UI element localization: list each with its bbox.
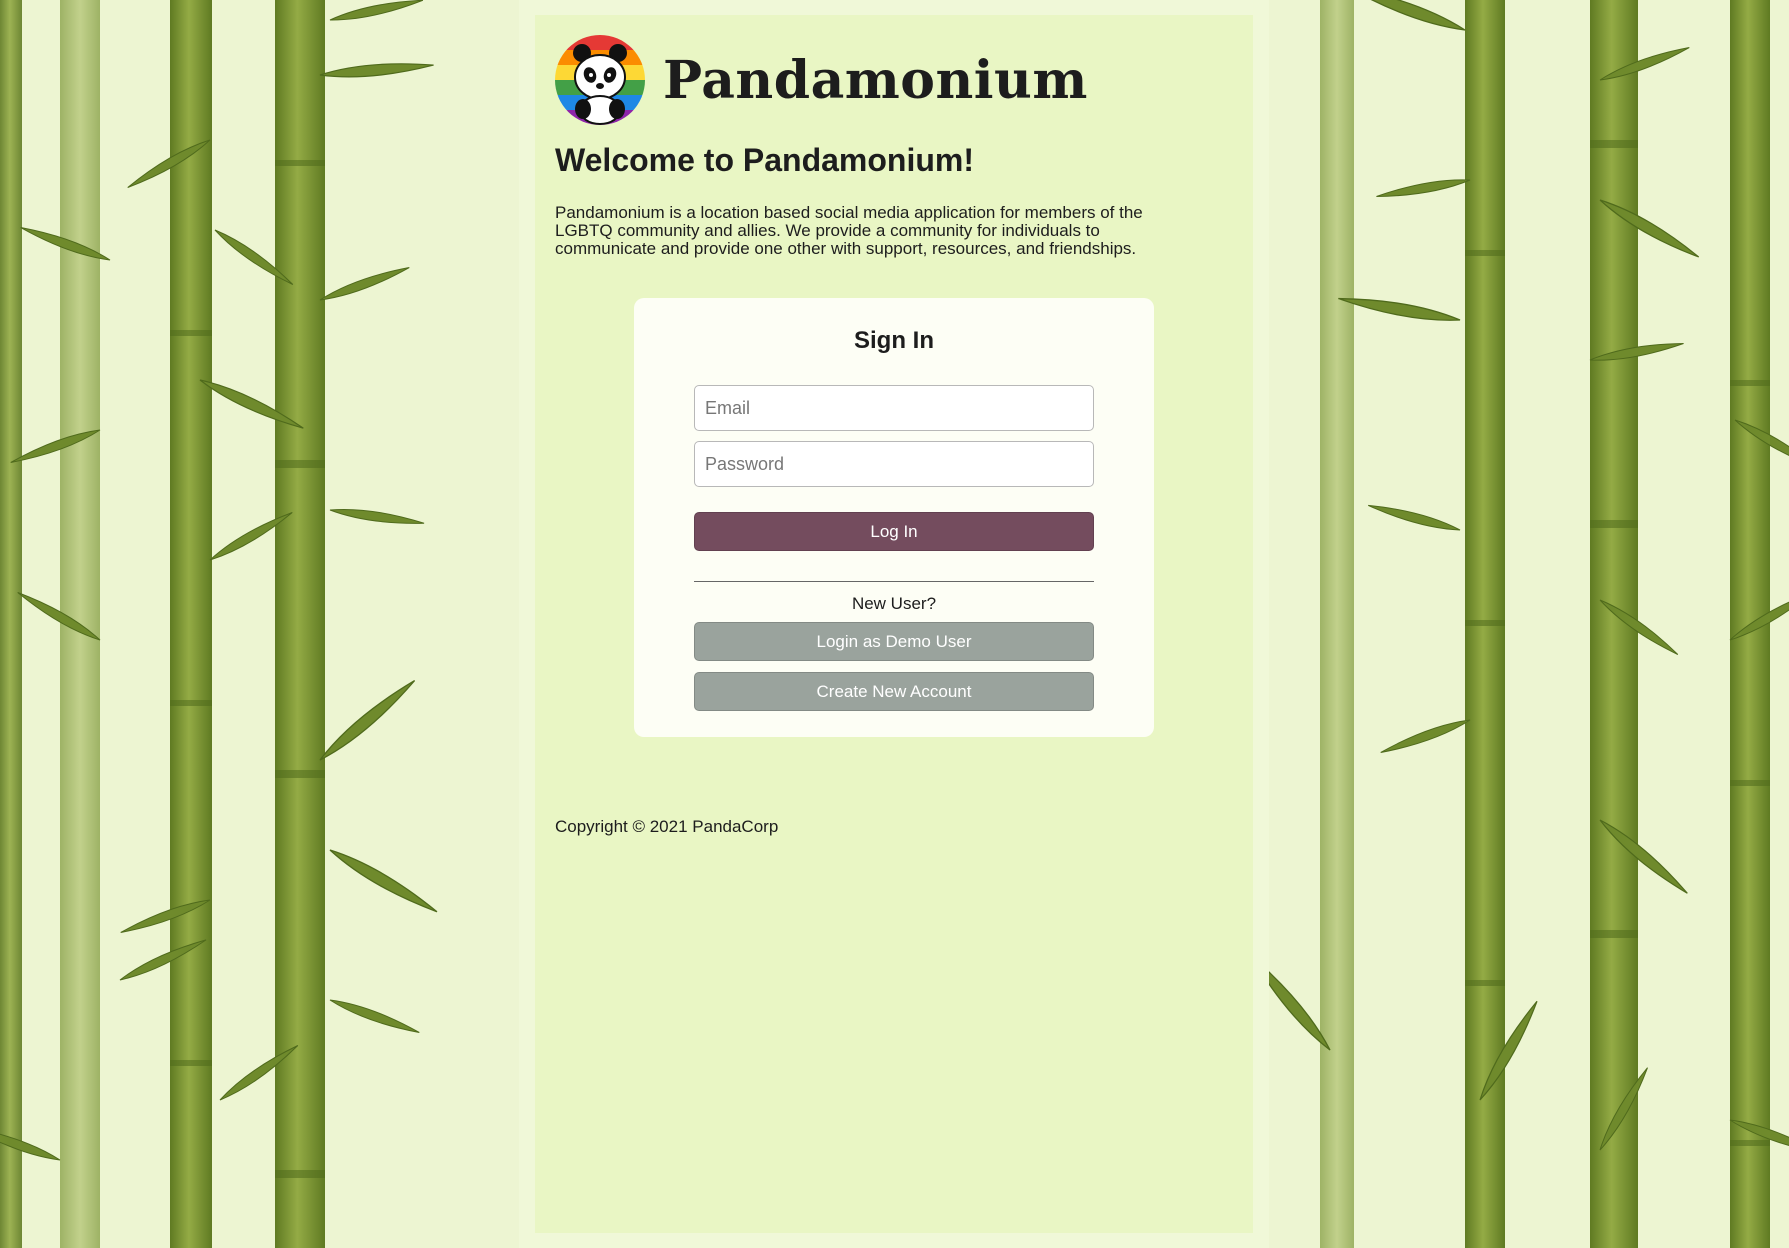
create-account-button[interactable]: Create New Account (694, 672, 1094, 711)
divider (694, 581, 1094, 582)
bamboo-stalk (0, 0, 22, 1248)
signin-title: Sign In (854, 327, 934, 354)
copyright-text: Copyright © 2021 PandaCorp (555, 817, 779, 836)
new-user-label: New User? (851, 594, 937, 613)
email-input[interactable] (694, 385, 1094, 431)
demo-login-button[interactable]: Login as Demo User (694, 622, 1094, 661)
login-button[interactable]: Log In (694, 512, 1094, 551)
bamboo-stalk (275, 0, 325, 1248)
welcome-heading: Welcome to Pandamonium! (555, 142, 975, 178)
intro-paragraph: Pandamonium is a location based social m… (555, 203, 1143, 258)
rainbow-panda-logo-icon[interactable] (555, 35, 645, 125)
signin-card: Sign In Log In New User? Login as Demo U… (634, 298, 1154, 737)
brand-name: Pandamonium (663, 49, 1088, 111)
site-header: Pandamonium (555, 35, 1088, 125)
bamboo-stalk (1320, 0, 1354, 1248)
password-input[interactable] (694, 441, 1094, 487)
